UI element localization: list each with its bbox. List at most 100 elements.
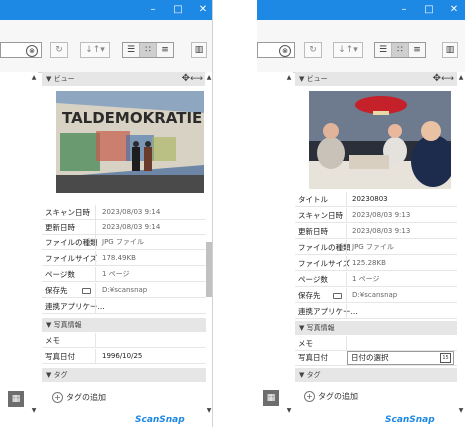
folder-icon[interactable]: [333, 293, 342, 299]
move-icon[interactable]: ✥: [182, 72, 190, 86]
view-list-icon[interactable]: ☰: [375, 43, 392, 57]
info-scroll-up-arrow[interactable]: ▲: [457, 74, 465, 82]
info-key: ファイルの種類: [45, 238, 98, 247]
photo-info-label: ▼ 写真情報: [299, 324, 335, 332]
info-value: 1 ページ: [352, 275, 380, 283]
minimize-button[interactable]: –: [397, 3, 411, 17]
scroll-down-arrow[interactable]: ▼: [285, 407, 293, 415]
add-tag-label: タグの追加: [318, 392, 358, 401]
calendar-icon[interactable]: 15: [440, 353, 451, 363]
view-detail-icon[interactable]: ≡: [157, 43, 173, 57]
info-row: スキャン日時 2023/08/03 9:13: [295, 208, 457, 223]
scansnap-logo: ScanSnap: [385, 415, 435, 425]
info-key: ファイルサイズ: [45, 254, 98, 263]
search-input[interactable]: ⊗: [257, 42, 295, 58]
close-button[interactable]: ✕: [196, 3, 210, 17]
folder-icon[interactable]: [82, 288, 91, 294]
file-list-scrollbar[interactable]: ▲ ▼: [285, 72, 293, 415]
grid-view-button[interactable]: ▦: [8, 391, 24, 407]
preview-image: [309, 91, 451, 189]
panel-layout-button[interactable]: ▥: [191, 42, 207, 58]
search-input[interactable]: ⊗: [0, 42, 42, 58]
sort-button[interactable]: ↓↑▾: [80, 42, 110, 58]
info-row: ファイルサイズ 125.28KB: [295, 256, 457, 271]
svg-text:TALDEMOKRATIE: TALDEMOKRATIE: [62, 109, 202, 127]
add-tag-button[interactable]: + タグの追加: [304, 391, 358, 403]
expand-icon[interactable]: ⟷: [190, 72, 203, 86]
plus-icon: +: [52, 392, 63, 403]
plus-icon: +: [304, 391, 315, 402]
minimize-button[interactable]: –: [146, 3, 160, 17]
info-row: 保存先 D:¥scansnap: [42, 283, 206, 298]
scroll-up-arrow[interactable]: ▲: [30, 74, 38, 82]
photo-date-placeholder: 日付の選択: [351, 353, 389, 362]
info-scroll-down-arrow[interactable]: ▼: [457, 407, 465, 415]
tag-section-header[interactable]: ▼ タグ: [42, 368, 206, 382]
photo-row: 写真日付 1996/10/25: [42, 349, 206, 364]
scansnap-logo: ScanSnap: [135, 415, 185, 425]
tag-section-header[interactable]: ▼ タグ: [295, 368, 457, 382]
photo-info-section-header[interactable]: ▼ 写真情報: [295, 321, 457, 335]
maximize-button[interactable]: □: [422, 3, 436, 17]
info-value: 1 ページ: [102, 270, 130, 278]
photo-row: 写真日付 日付の選択 15: [295, 350, 457, 366]
info-key: ファイルサイズ: [298, 259, 351, 268]
view-thumbnail-icon[interactable]: ∷: [392, 43, 409, 57]
info-value: D:¥scansnap: [102, 286, 148, 294]
expand-icon[interactable]: ⟷: [441, 72, 454, 86]
grid-view-button[interactable]: ▦: [263, 390, 279, 406]
add-tag-button[interactable]: + タグの追加: [52, 392, 106, 404]
file-list-scrollbar[interactable]: ▲ ▼: [30, 72, 38, 415]
photo-date-label: 写真日付: [298, 353, 328, 362]
info-value: JPG ファイル: [352, 243, 394, 251]
title-value[interactable]: 20230803: [352, 192, 388, 207]
info-scroll-down-arrow[interactable]: ▼: [205, 407, 213, 415]
memo-label: メモ: [298, 339, 313, 348]
refresh-button[interactable]: ↻: [50, 42, 68, 58]
refresh-button[interactable]: ↻: [304, 42, 322, 58]
clear-search-icon[interactable]: ⊗: [279, 45, 291, 57]
info-scroll-thumb[interactable]: [206, 242, 212, 297]
info-key: 更新日時: [298, 227, 328, 236]
info-scrollbar[interactable]: ▲ ▼: [457, 72, 465, 415]
info-row: スキャン日時 2023/08/03 9:14: [42, 205, 206, 220]
info-row: 更新日時 2023/08/03 9:14: [42, 220, 206, 235]
scroll-down-arrow[interactable]: ▼: [30, 407, 38, 415]
preview-section-label: ▼ ビュー: [46, 75, 75, 83]
view-detail-icon[interactable]: ≡: [409, 43, 425, 57]
clear-search-icon[interactable]: ⊗: [26, 45, 38, 57]
info-key: 更新日時: [45, 223, 75, 232]
close-button[interactable]: ✕: [447, 3, 461, 17]
info-value: 125.28KB: [352, 259, 386, 267]
info-row: ページ数 1 ページ: [42, 267, 206, 282]
info-value: 2023/08/03 9:14: [102, 208, 161, 216]
info-row: 連携アプリケー...: [295, 304, 457, 319]
photo-date-value[interactable]: 1996/10/25: [102, 349, 142, 364]
info-row: 連携アプリケー...: [42, 299, 206, 314]
left-panel: – □ ✕ ⊗ ↻ ↓↑▾ ☰ ∷ ≡ ▥ ▲ ▼ ▼ ビュー ✥ ⟷ TALD…: [0, 0, 213, 427]
info-value: JPG ファイル: [102, 238, 144, 246]
info-key: ページ数: [298, 275, 328, 284]
right-title-bar: – □ ✕: [257, 0, 465, 20]
photo-info-section-header[interactable]: ▼ 写真情報: [42, 318, 206, 332]
view-thumbnail-icon[interactable]: ∷: [140, 43, 157, 57]
info-key: スキャン日時: [298, 211, 343, 220]
info-scrollbar[interactable]: ▲ ▼: [205, 72, 212, 415]
add-tag-label: タグの追加: [66, 393, 106, 402]
panel-layout-button[interactable]: ▥: [442, 42, 458, 58]
scroll-up-arrow[interactable]: ▲: [285, 74, 293, 82]
preview-section-header[interactable]: ▼ ビュー ✥ ⟷: [42, 72, 206, 86]
info-scroll-up-arrow[interactable]: ▲: [205, 74, 213, 82]
preview-section-header[interactable]: ▼ ビュー ✥ ⟷: [295, 72, 457, 86]
info-key: 保存先: [45, 286, 68, 295]
info-key: スキャン日時: [45, 208, 90, 217]
right-panel: – □ ✕ ⊗ ↻ ↓↑▾ ☰ ∷ ≡ ▥ ▲ ▼ ▼ ビュー ✥ ⟷ ▲ ▼ …: [257, 0, 465, 427]
file-list-area: [0, 72, 30, 427]
photo-date-field[interactable]: 日付の選択 15: [347, 351, 454, 365]
maximize-button[interactable]: □: [171, 3, 185, 17]
sort-button[interactable]: ↓↑▾: [333, 42, 363, 58]
left-toolbar: ⊗ ↻ ↓↑▾ ☰ ∷ ≡ ▥: [0, 20, 212, 73]
move-icon[interactable]: ✥: [433, 72, 441, 86]
view-list-icon[interactable]: ☰: [123, 43, 140, 57]
view-mode-group: ☰ ∷ ≡: [122, 42, 174, 58]
